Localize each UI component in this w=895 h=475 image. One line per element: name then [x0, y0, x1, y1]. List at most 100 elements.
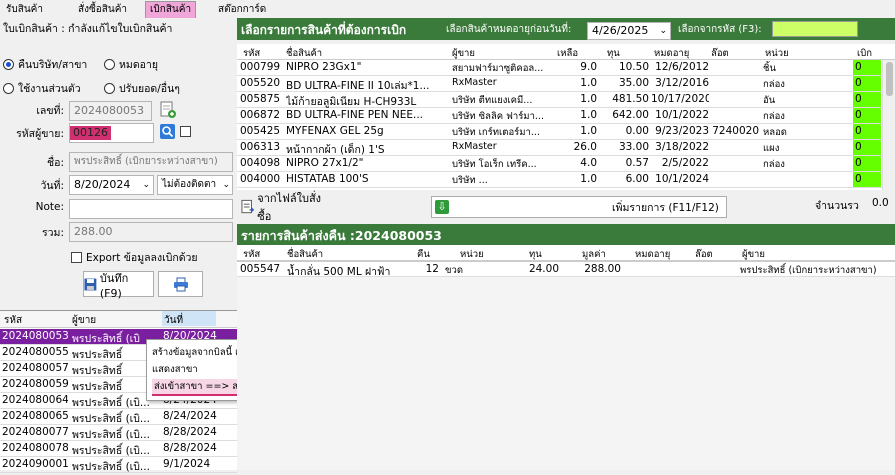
product-expire: 10/1/2022	[655, 109, 709, 121]
print-button[interactable]	[158, 271, 203, 297]
table-row[interactable]: 006872 BD ULTRA-FINE PEN NEE... บริษัท ซิล…	[237, 108, 882, 124]
tab-purchase-order[interactable]: สั่งซื้อสินค้า	[74, 2, 131, 17]
doc-no-field[interactable]: 2024080053	[69, 101, 152, 121]
product-cost: 35.00	[618, 77, 649, 89]
date-picker[interactable]: 8/20/2024 ⌄	[69, 175, 154, 195]
document-add-icon[interactable]	[160, 101, 176, 122]
chevron-down-icon[interactable]: ⌄	[142, 176, 150, 194]
col-lot[interactable]: ล๊อต	[711, 46, 729, 61]
action-bar: จากไฟล์ใบสั่งซื้อ ⇩ เพิ่มรายการ (F11/F12…	[237, 190, 895, 224]
code-search-input[interactable]	[772, 21, 858, 37]
col-vendor[interactable]: ผู้ขาย	[742, 247, 765, 262]
col-withdraw[interactable]: เบิก	[857, 46, 872, 61]
table-row[interactable]: 2024080077 พรประสิทธิ์ (เบิ... 8/28/2024	[0, 425, 237, 441]
name-label: ชื่อ:	[47, 157, 64, 169]
table-row[interactable]: 005425 MYFENAX GEL 25g บริษัท เกร์ทเตอร์มา…	[237, 124, 882, 140]
radio-label: คืนบริษัท/สาขา	[18, 59, 88, 71]
col-expire[interactable]: หมดอายุ	[654, 46, 689, 61]
supplier-code-field[interactable]: 00126	[69, 123, 154, 143]
product-unit: กล่อง	[763, 159, 785, 170]
product-unit: แผง	[763, 143, 780, 154]
search-icon[interactable]	[160, 124, 175, 139]
supplier-code-label: รหัสผู้ขาย:	[16, 128, 64, 140]
expire-date-picker[interactable]: 4/26/2025 ⌄	[587, 22, 671, 40]
table-row[interactable]: 2024080065 พรประสิทธิ์ (เบิ... 8/24/2024	[0, 409, 237, 425]
col-expire[interactable]: หมดอายุ	[635, 247, 670, 262]
table-row[interactable]: 004098 NIPRO 27x1/2" บริษัท โอเร็ก เทรีค..…	[237, 156, 882, 172]
col-value[interactable]: มูลค่า	[582, 247, 606, 262]
table-row[interactable]: 000799 NIPRO 23Gx1" สยามฟาร์มาซูติคอล... 9.…	[237, 60, 882, 76]
supplier-name-field[interactable]: พรประสิทธิ์ (เบิกยาระหว่างสาขา)	[69, 152, 233, 172]
tab-withdraw[interactable]: เบิกสินค้า	[145, 1, 197, 18]
table-row[interactable]: 005875 ไม้ก้ายอลูมิเนียม H-CH933L บริษัท ต…	[237, 92, 882, 108]
tab-bar: รับสินค้า สั่งซื้อสินค้า เบิกสินค้า สต๊อ…	[0, 0, 895, 18]
save-button[interactable]: บันทึก (F9)	[83, 271, 154, 300]
product-vendor: RxMaster	[452, 77, 497, 88]
radio-expired[interactable]: หมดอายุ	[104, 56, 158, 73]
menu-item-show-branch[interactable]: แสดงสาขา	[152, 362, 198, 377]
withdraw-form-panel: ใบเบิกสินค้า : กำลังแก้ไขใบเบิกสินค้า คื…	[0, 18, 237, 309]
col-vendor[interactable]: ผู้ขาย	[452, 46, 475, 61]
product-name: MYFENAX GEL 25g	[286, 125, 384, 137]
tab-stock-card[interactable]: สต๊อกการ์ด	[214, 2, 270, 17]
product-remaining: 1.0	[580, 93, 597, 105]
export-checkbox[interactable]: Export ข้อมูลลงเบิกด้วย	[71, 249, 198, 266]
add-items-button[interactable]: ⇩ เพิ่มรายการ (F11/F12)	[431, 196, 727, 218]
radio-adjust-other[interactable]: ปรับยอด/อื่นๆ	[104, 80, 180, 97]
col-lot[interactable]: ล๊อต	[695, 247, 713, 262]
radio-return-company[interactable]: คืนบริษัท/สาขา	[3, 56, 87, 73]
col-date[interactable]: วันที่	[162, 311, 216, 326]
col-product-name[interactable]: ชื่อสินค้า	[286, 46, 322, 61]
return-grid: รหัส ชื่อสินค้า คืน หน่วย ทุน มูลค่า หมด…	[237, 245, 895, 470]
withdraw-qty[interactable]: 0	[853, 76, 881, 91]
followup-select[interactable]: ไม่ต้องติดตา ⌄	[157, 175, 233, 195]
product-code: 004000	[240, 173, 281, 185]
col-product-name[interactable]: ชื่อสินค้า	[287, 247, 323, 262]
followup-value: ไม่ต้องติดตา	[162, 179, 217, 190]
tab-receive[interactable]: รับสินค้า	[2, 2, 47, 17]
chevron-down-icon[interactable]: ⌄	[659, 23, 667, 39]
product-vendor: บริษัท ...	[452, 175, 488, 186]
product-code: 005875	[240, 93, 281, 105]
radio-indicator	[3, 83, 14, 94]
col-remaining[interactable]: เหลือ	[557, 46, 578, 61]
table-row[interactable]: 2024080078 พรประสิทธิ์ (เบิ... 8/28/2024	[0, 441, 237, 457]
table-row[interactable]: 006313 หน้ากากผ้า (เด็ก) 1'S RxMaster 26.0 3…	[237, 140, 882, 156]
col-code[interactable]: รหัส	[4, 313, 22, 328]
withdraw-qty[interactable]: 0	[853, 156, 881, 171]
product-code: 000799	[240, 61, 281, 73]
product-remaining: 1.0	[580, 173, 597, 185]
product-grid-scrollbar[interactable]	[882, 60, 895, 190]
withdraw-qty[interactable]: 0	[853, 60, 881, 75]
col-return-qty[interactable]: คืน	[417, 247, 430, 262]
table-row[interactable]: 005520 BD ULTRA-FINE II 10เล่ม*1... RxMast…	[237, 76, 882, 92]
from-order-button[interactable]: จากไฟล์ใบสั่งซื้อ	[241, 192, 331, 223]
withdraw-qty[interactable]: 0	[853, 92, 881, 107]
export-label: Export ข้อมูลลงเบิกด้วย	[86, 252, 198, 264]
doc-code: 2024080055	[2, 346, 68, 358]
product-name: NIPRO 23Gx1"	[286, 61, 362, 73]
chevron-down-icon[interactable]: ⌄	[222, 176, 230, 194]
col-unit[interactable]: หน่วย	[765, 46, 789, 61]
col-cost[interactable]: ทุน	[607, 46, 620, 61]
radio-personal-use[interactable]: ใช้งานส่วนตัว	[3, 80, 81, 97]
product-unit: ชิ้น	[763, 63, 776, 74]
withdraw-qty[interactable]: 0	[853, 124, 881, 139]
doc-date: 8/24/2024	[163, 410, 217, 422]
col-vendor[interactable]: ผู้ขาย	[72, 313, 96, 328]
product-vendor: บริษัท เกร์ทเตอร์มา...	[452, 127, 540, 138]
table-row[interactable]: 2024090001 พรประสิทธิ์ (เบิ... 9/1/2024	[0, 457, 237, 473]
col-unit[interactable]: หน่วย	[460, 247, 484, 262]
supplier-checkbox[interactable]	[180, 126, 191, 137]
withdraw-qty[interactable]: 0	[853, 140, 881, 155]
table-row[interactable]: 005547 น้ำกลั่น 500 ML ฝาฟ้า 12 ขวด 24.00 288…	[237, 261, 895, 278]
note-field[interactable]	[69, 199, 233, 219]
import-document-icon	[241, 199, 255, 214]
withdraw-qty[interactable]: 0	[853, 172, 881, 187]
col-code[interactable]: รหัส	[243, 247, 260, 262]
withdraw-qty[interactable]: 0	[853, 108, 881, 123]
table-row[interactable]: 004000 HISTATAB 100'S บริษัท ... 1.0 6.00 10/…	[237, 172, 882, 188]
scrollbar-thumb[interactable]	[886, 62, 893, 96]
col-code[interactable]: รหัส	[243, 46, 260, 61]
col-cost[interactable]: ทุน	[529, 247, 542, 262]
